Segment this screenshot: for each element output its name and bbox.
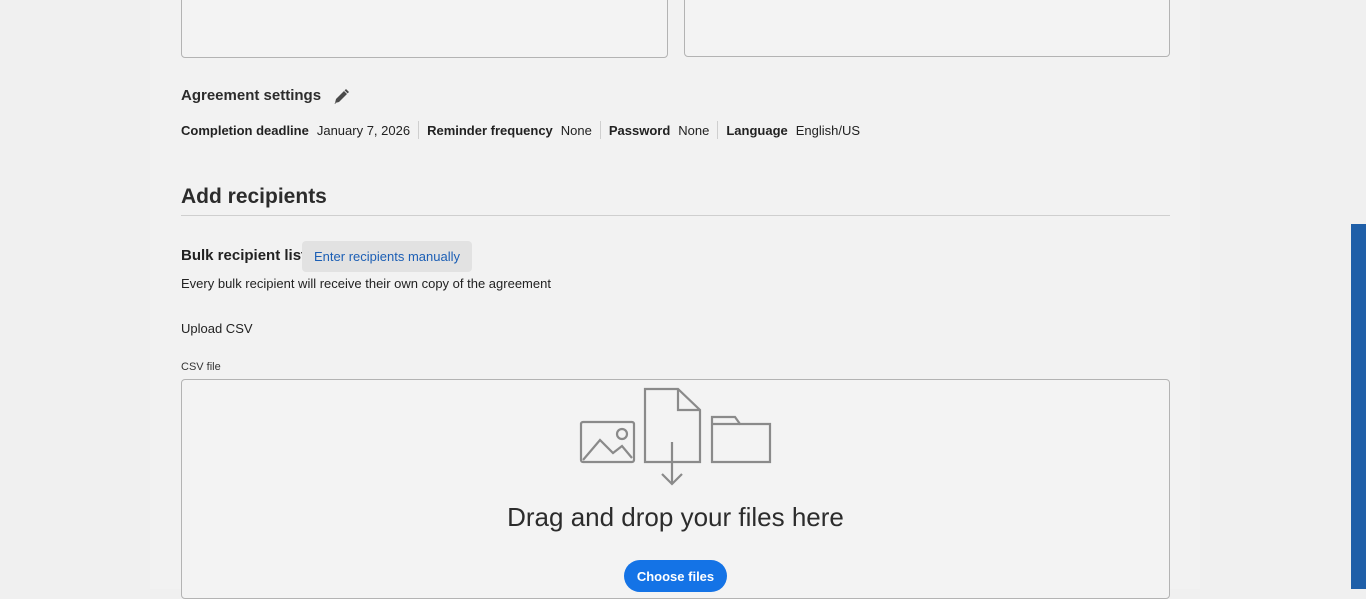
upload-files-illustration-icon	[578, 386, 774, 488]
section-divider	[181, 215, 1170, 216]
setting-value-password: None	[678, 122, 710, 138]
upload-csv-label: Upload CSV	[181, 321, 253, 336]
divider	[418, 121, 420, 139]
add-recipients-title: Add recipients	[181, 185, 327, 208]
setting-key-password: Password	[608, 122, 671, 138]
choose-files-button[interactable]: Choose files	[624, 560, 727, 592]
setting-value-deadline: January 7, 2026	[316, 122, 411, 138]
upper-right-panel	[684, 0, 1170, 57]
upper-left-panel	[181, 0, 668, 58]
divider	[599, 121, 601, 139]
setting-key-deadline: Completion deadline	[181, 122, 309, 138]
setting-key-language: Language	[726, 122, 788, 138]
bulk-recipient-list-label: Bulk recipient list	[181, 247, 307, 264]
agreement-settings-summary: Completion deadline January 7, 2026 Remi…	[181, 121, 860, 139]
setting-value-language: English/US	[795, 122, 861, 138]
drag-drop-text: Drag and drop your files here	[507, 502, 844, 532]
pencil-icon[interactable]	[330, 86, 352, 108]
scrollbar-thumb[interactable]	[1351, 224, 1366, 589]
csv-file-label: CSV file	[181, 361, 221, 373]
agreement-settings-title: Agreement settings	[181, 87, 322, 104]
divider	[717, 121, 719, 139]
setting-key-reminder: Reminder frequency	[427, 122, 553, 138]
enter-recipients-manually-button[interactable]: Enter recipients manually	[302, 241, 472, 272]
setting-value-reminder: None	[560, 122, 592, 138]
bulk-recipient-description: Every bulk recipient will receive their …	[181, 276, 551, 291]
page: Agreement settings Completion deadline J…	[0, 0, 1366, 599]
